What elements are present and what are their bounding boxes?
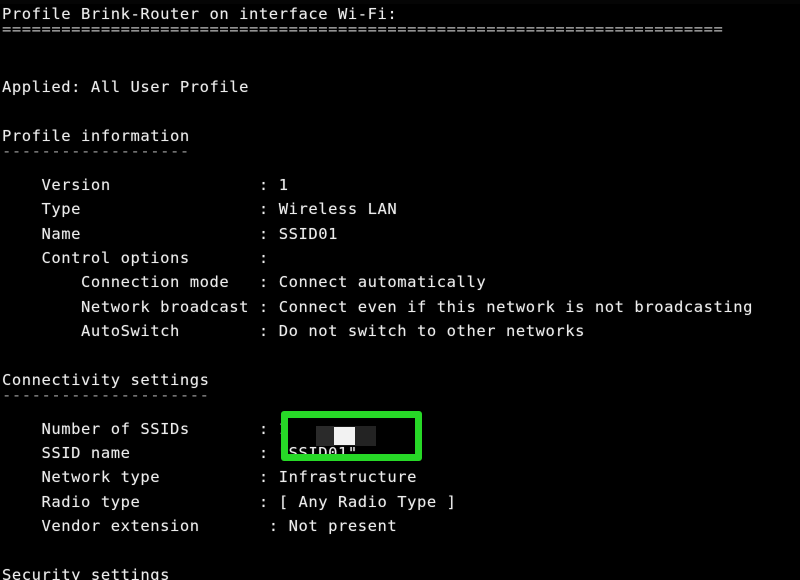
row-name: Name : SSID01: [2, 224, 338, 243]
redaction-smear-block: [334, 427, 355, 445]
row-network-broadcast: Network broadcast : Connect even if this…: [2, 297, 754, 316]
row-type: Type : Wireless LAN: [2, 200, 398, 219]
key-content-redaction: [316, 426, 376, 446]
section-rule-connectivity-settings: ---------------------: [2, 386, 210, 405]
row-version: Version : 1: [2, 175, 289, 194]
spacer-line-3: [2, 343, 798, 367]
applied-line: Applied: All User Profile: [2, 78, 250, 97]
spacer-line-1: [2, 51, 798, 75]
command-prompt-window[interactable]: Profile Brink-Router on interface Wi-Fi:…: [0, 0, 800, 580]
spacer-line-4: [2, 539, 798, 563]
row-control-options: Control options :: [2, 248, 279, 267]
redaction-smear-right: [355, 426, 376, 446]
row-autoswitch: AutoSwitch : Do not switch to other netw…: [2, 322, 586, 341]
row-network-type: Network type : Infrastructure: [2, 468, 418, 487]
row-number-of-ssids: Number of SSIDs : 1: [2, 419, 289, 438]
redaction-smear-left: [316, 426, 334, 446]
console-output: Profile Brink-Router on interface Wi-Fi:…: [2, 2, 798, 580]
spacer-line-2: [2, 100, 798, 124]
row-connection-mode: Connection mode : Connect automatically: [2, 273, 487, 292]
row-ssid-name: SSID name : "SSID01": [2, 444, 358, 463]
row-radio-type: Radio type : [ Any Radio Type ]: [2, 492, 457, 511]
section-rule-profile-information: -------------------: [2, 142, 190, 161]
profile-title-rule: ========================================…: [2, 20, 724, 39]
row-vendor-extension: Vendor extension : Not present: [2, 517, 398, 536]
